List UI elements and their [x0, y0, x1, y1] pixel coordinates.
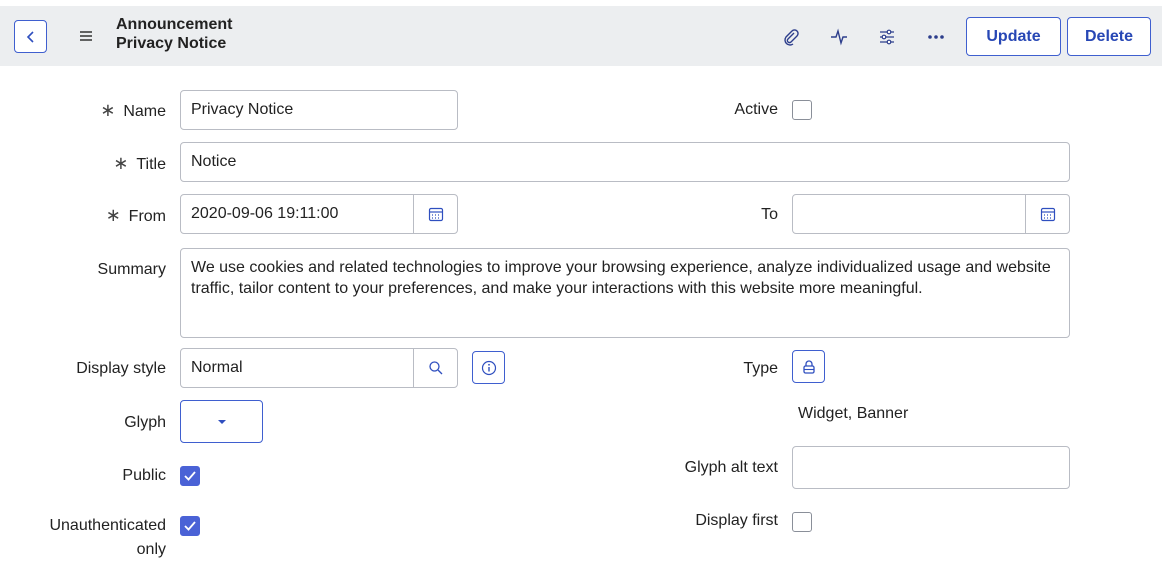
glyph-label: Glyph [124, 414, 166, 431]
display-style-value: Normal [191, 359, 243, 376]
display-first-checkbox[interactable] [792, 512, 812, 532]
name-field[interactable]: Privacy Notice [180, 90, 458, 130]
calendar-icon [428, 207, 443, 222]
title-label-text: Title [136, 156, 166, 173]
checkmark-icon [184, 521, 196, 531]
settings-sliders-icon [880, 29, 894, 45]
search-icon [428, 361, 442, 375]
to-field[interactable] [792, 194, 1070, 234]
from-calendar-button[interactable] [413, 195, 457, 233]
summary-textarea[interactable]: We use cookies and related technologies … [180, 248, 1070, 338]
info-icon [481, 360, 496, 375]
unauthenticated-only-label-line2: only [136, 541, 166, 558]
display-style-lookup-button[interactable] [413, 349, 457, 387]
record-name: Privacy Notice [116, 35, 227, 52]
attachment-button[interactable] [777, 24, 805, 50]
menu-icon [80, 31, 92, 41]
type-value: Widget, Banner [798, 405, 909, 422]
record-title: Announcement Privacy Notice [116, 15, 232, 53]
back-icon [26, 30, 34, 43]
name-label: ∗ Name [0, 100, 166, 122]
name-value: Privacy Notice [191, 101, 294, 118]
display-first-label: Display first [695, 512, 778, 529]
summary-label: Summary [97, 261, 166, 278]
calendar-icon [1040, 207, 1055, 222]
more-actions-button[interactable] [922, 24, 950, 50]
from-value: 2020-09-06 19:11:00 [191, 205, 339, 222]
personalize-button[interactable] [873, 24, 901, 50]
required-mark: ∗ [100, 100, 116, 120]
more-icon [928, 35, 944, 39]
active-label: Active [734, 101, 778, 118]
unauthenticated-only-label-line1: Unauthenticated [49, 517, 166, 534]
unauthenticated-only-checkbox[interactable] [180, 516, 200, 536]
activity-icon [831, 28, 847, 46]
title-label: ∗ Title [0, 153, 166, 175]
activity-button[interactable] [825, 24, 853, 50]
form-header: Announcement Privacy Notice Update Delet… [0, 6, 1162, 66]
back-button[interactable] [14, 20, 47, 53]
lock-icon [802, 359, 815, 374]
glyph-picker[interactable] [180, 400, 263, 443]
delete-button[interactable]: Delete [1067, 17, 1151, 56]
required-mark: ∗ [105, 205, 121, 225]
update-button[interactable]: Update [966, 17, 1061, 56]
context-menu-button[interactable] [74, 24, 98, 48]
public-checkbox[interactable] [180, 466, 200, 486]
display-style-info-button[interactable] [472, 351, 505, 384]
glyph-alt-text-field[interactable] [792, 446, 1070, 489]
title-value: Notice [191, 153, 237, 170]
public-label: Public [122, 467, 166, 484]
attachment-icon [784, 29, 799, 46]
to-label: To [761, 206, 778, 223]
caret-down-icon [217, 419, 226, 424]
type-unlock-button[interactable] [792, 350, 825, 383]
unauthenticated-only-label: Unauthenticated only [0, 514, 166, 562]
required-mark: ∗ [113, 153, 129, 173]
title-field[interactable]: Notice [180, 142, 1070, 182]
checkmark-icon [184, 471, 196, 481]
table-name: Announcement [116, 16, 233, 33]
display-style-label: Display style [76, 360, 166, 377]
to-calendar-button[interactable] [1025, 195, 1069, 233]
glyph-alt-text-label: Glyph alt text [684, 459, 778, 476]
name-label-text: Name [123, 103, 166, 120]
type-label: Type [743, 360, 778, 377]
from-label: ∗ From [0, 205, 166, 227]
active-checkbox[interactable] [792, 100, 812, 120]
display-style-field[interactable]: Normal [180, 348, 458, 388]
from-label-text: From [128, 208, 166, 225]
from-field[interactable]: 2020-09-06 19:11:00 [180, 194, 458, 234]
